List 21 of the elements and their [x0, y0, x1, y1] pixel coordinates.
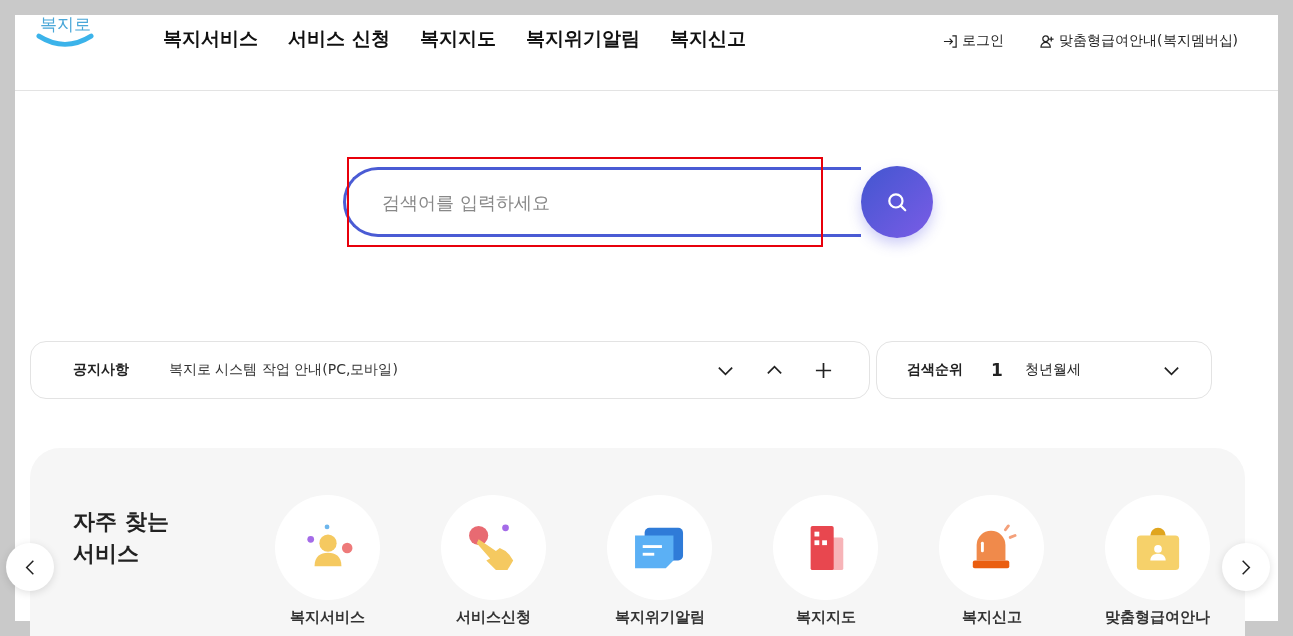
ranking-label: 검색순위: [907, 361, 963, 379]
nav-link[interactable]: 서비스 신청: [288, 26, 390, 52]
ranking-term[interactable]: 청년월세: [1024, 361, 1081, 379]
nav-link[interactable]: 복지서비스: [163, 26, 258, 52]
chevron-right-icon: [1241, 558, 1251, 576]
search-field[interactable]: 검색어를 입력하세요: [343, 167, 861, 237]
chevron-left-icon: [25, 558, 35, 576]
notice-label: 공지사항: [73, 361, 129, 379]
user-add-icon: [1040, 33, 1056, 49]
notice-link[interactable]: 복지로 시스템 작업 안내(PC,모바일): [169, 361, 398, 379]
login-icon: [943, 33, 959, 49]
rank-number: 1: [991, 360, 1003, 380]
panel-title: 자주 찾는 서비스: [73, 508, 170, 568]
nav-link[interactable]: 복지신고: [669, 26, 746, 52]
plus-icon[interactable]: [814, 360, 833, 380]
nav-link[interactable]: 복지지도: [419, 26, 496, 52]
login-link[interactable]: 로그인: [943, 32, 1005, 50]
membership-link[interactable]: 맞춤형급여안내(복지멤버십): [1040, 32, 1238, 50]
nav-link[interactable]: 복지위기알림: [525, 26, 640, 52]
search-icon: [886, 191, 908, 213]
search-button[interactable]: [861, 166, 933, 238]
